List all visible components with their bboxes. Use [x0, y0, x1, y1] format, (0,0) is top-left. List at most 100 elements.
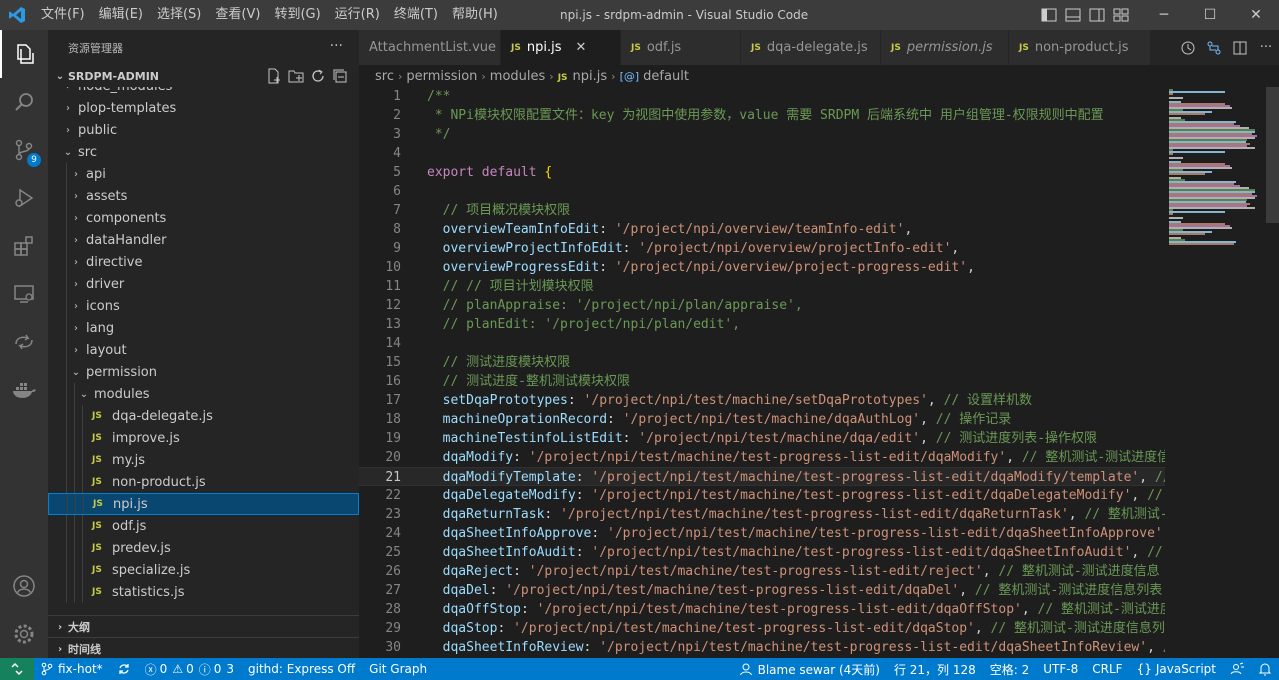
file-item[interactable]: JS non-product.js: [48, 471, 359, 493]
breadcrumb-item[interactable]: JS npi.js: [558, 69, 607, 84]
code-line[interactable]: 15 // 测试进度模块权限: [359, 353, 1165, 372]
sync-icon[interactable]: [110, 658, 138, 680]
folder-item[interactable]: ⌄ modules: [48, 383, 359, 405]
code-line[interactable]: 12 // planAppraise: '/project/npi/plan/a…: [359, 296, 1165, 315]
file-item[interactable]: JS predev.js: [48, 537, 359, 559]
file-item[interactable]: JS specialize.js: [48, 559, 359, 581]
code-line[interactable]: 20 dqaModify: '/project/npi/test/machine…: [359, 448, 1165, 467]
branch-indicator[interactable]: fix-hot*: [34, 658, 110, 680]
menu-item[interactable]: 帮助(H): [445, 0, 505, 30]
code-editor[interactable]: 1 /** 2 * NPi模块权限配置文件：key 为视图中使用参数，value 需…: [359, 87, 1165, 658]
minimap[interactable]: [1165, 87, 1265, 658]
tab-odf-js[interactable]: JS odf.js: [621, 30, 741, 65]
githd-status[interactable]: githd: Express Off: [241, 658, 362, 680]
timeline-section[interactable]: › 时间线: [48, 637, 359, 660]
editor-more-icon[interactable]: ···: [1253, 40, 1279, 55]
tab-attachmentlist-vue[interactable]: AttachmentList.vue: [359, 30, 501, 65]
problems-indicator[interactable]: ⓧ 0 ⚠ 0 ⓘ 0 3: [138, 658, 241, 680]
refresh-explorer-icon[interactable]: [307, 67, 329, 85]
toggle-panel-icon[interactable]: [1061, 0, 1085, 30]
folder-item[interactable]: › public: [48, 119, 359, 141]
close-tab-icon[interactable]: ✕: [575, 40, 586, 55]
code-line[interactable]: 19 machineTestinfoListEdit: '/project/np…: [359, 429, 1165, 448]
folder-item[interactable]: ›node_modules: [48, 87, 359, 97]
folder-item[interactable]: › directive: [48, 251, 359, 273]
tab-permission-js[interactable]: JS permission.js: [881, 30, 1009, 65]
file-item[interactable]: JS npi.js: [48, 493, 359, 515]
menu-item[interactable]: 终端(T): [387, 0, 445, 30]
code-line[interactable]: 4: [359, 144, 1165, 163]
explorer-icon[interactable]: [0, 30, 48, 78]
tab-non-product-js[interactable]: JS non-product.js: [1009, 30, 1151, 65]
new-folder-icon[interactable]: [285, 67, 307, 85]
file-item[interactable]: JS my.js: [48, 449, 359, 471]
code-line[interactable]: 11 // // 项目计划模块权限: [359, 277, 1165, 296]
folder-item[interactable]: › icons: [48, 295, 359, 317]
maximize-button[interactable]: ☐: [1187, 0, 1233, 30]
folder-item[interactable]: › assets: [48, 185, 359, 207]
code-line[interactable]: 21 dqaModifyTemplate: '/project/npi/test…: [359, 467, 1165, 486]
code-line[interactable]: 25 dqaSheetInfoAudit: '/project/npi/test…: [359, 543, 1165, 562]
outline-section[interactable]: › 大纲: [48, 615, 359, 638]
docker-icon[interactable]: [0, 366, 48, 414]
code-line[interactable]: 10 overviewProgressEdit: '/project/npi/o…: [359, 258, 1165, 277]
breadcrumb-item[interactable]: src: [375, 69, 394, 84]
workspace-root[interactable]: ⌄ SRDPM-ADMIN: [48, 65, 359, 87]
breadcrumb-item[interactable]: modules: [490, 69, 546, 84]
collapse-folders-icon[interactable]: [329, 67, 351, 85]
code-line[interactable]: 24 dqaSheetInfoApprove: '/project/npi/te…: [359, 524, 1165, 543]
live-share-icon[interactable]: [0, 318, 48, 366]
folder-item[interactable]: ⌄ permission: [48, 361, 359, 383]
code-line[interactable]: 29 dqaStop: '/project/npi/test/machine/t…: [359, 619, 1165, 638]
code-line[interactable]: 26 dqaReject: '/project/npi/test/machine…: [359, 562, 1165, 581]
customize-layout-icon[interactable]: [1109, 0, 1133, 30]
code-line[interactable]: 5 export default {: [359, 163, 1165, 182]
toggle-sidebar-icon[interactable]: [1037, 0, 1061, 30]
menu-item[interactable]: 编辑(E): [92, 0, 150, 30]
folder-item[interactable]: › api: [48, 163, 359, 185]
new-file-icon[interactable]: [263, 67, 285, 85]
code-line[interactable]: 17 setDqaPrototypes: '/project/npi/test/…: [359, 391, 1165, 410]
menu-item[interactable]: 转到(G): [267, 0, 327, 30]
encoding[interactable]: UTF-8: [1036, 658, 1085, 680]
end-of-line[interactable]: CRLF: [1085, 658, 1129, 680]
code-line[interactable]: 6: [359, 182, 1165, 201]
code-line[interactable]: 8 overviewTeamInfoEdit: '/project/npi/ov…: [359, 220, 1165, 239]
account-icon[interactable]: [0, 562, 48, 610]
folder-item[interactable]: › dataHandler: [48, 229, 359, 251]
folder-item[interactable]: › plop-templates: [48, 97, 359, 119]
code-line[interactable]: 1 /**: [359, 87, 1165, 106]
settings-gear-icon[interactable]: [0, 610, 48, 658]
run-debug-icon[interactable]: [0, 174, 48, 222]
extensions-icon[interactable]: [0, 222, 48, 270]
git-compare-icon[interactable]: [1201, 40, 1227, 56]
folder-item[interactable]: › lang: [48, 317, 359, 339]
code-line[interactable]: 22 dqaDelegateModify: '/project/npi/test…: [359, 486, 1165, 505]
tab-npi-js[interactable]: JS npi.js ✕: [501, 30, 621, 65]
language-mode[interactable]: {} JavaScript: [1130, 658, 1223, 680]
code-line[interactable]: 13 // planEdit: '/project/npi/plan/edit'…: [359, 315, 1165, 334]
source-control-icon[interactable]: 9: [0, 126, 48, 174]
code-line[interactable]: 23 dqaReturnTask: '/project/npi/test/mac…: [359, 505, 1165, 524]
folder-item[interactable]: ⌄ src: [48, 141, 359, 163]
search-icon[interactable]: [0, 78, 48, 126]
code-line[interactable]: 7 // 项目概况模块权限: [359, 201, 1165, 220]
menu-item[interactable]: 查看(V): [208, 0, 267, 30]
remote-indicator-icon[interactable]: [0, 658, 34, 680]
file-item[interactable]: JS odf.js: [48, 515, 359, 537]
more-actions-icon[interactable]: ···: [330, 38, 343, 54]
menu-item[interactable]: 选择(S): [150, 0, 208, 30]
file-item[interactable]: JS dqa-delegate.js: [48, 405, 359, 427]
git-graph-button[interactable]: Git Graph: [362, 658, 434, 680]
tab-dqa-delegate-js[interactable]: JS dqa-delegate.js: [741, 30, 881, 65]
code-line[interactable]: 14: [359, 334, 1165, 353]
breadcrumb-item[interactable]: permission: [406, 69, 477, 84]
code-line[interactable]: 27 dqaDel: '/project/npi/test/machine/te…: [359, 581, 1165, 600]
git-blame-status[interactable]: Blame sewar (4天前): [732, 658, 887, 680]
code-line[interactable]: 30 dqaSheetInfoReview: '/project/npi/tes…: [359, 638, 1165, 657]
breadcrumb-item[interactable]: [@] default: [620, 69, 689, 84]
notifications-bell-icon[interactable]: [1251, 658, 1279, 680]
folder-item[interactable]: › components: [48, 207, 359, 229]
cursor-position[interactable]: 行 21，列 128: [887, 658, 983, 680]
indentation[interactable]: 空格: 2: [983, 658, 1037, 680]
